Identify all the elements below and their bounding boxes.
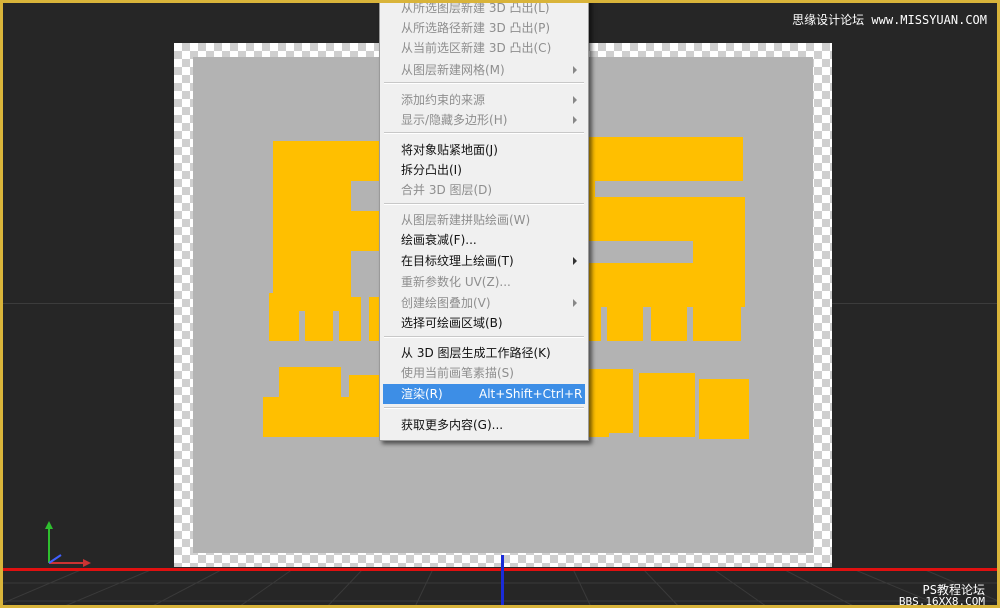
3d-context-menu[interactable]: 从所选图层新建 3D 凸出(L) 从所选路径新建 3D 凸出(P) 从当前选区新… — [379, 3, 589, 441]
menu-item-reparameterize-uv[interactable]: 重新参数化 UV(Z)... — [383, 272, 585, 292]
menu-separator — [384, 407, 584, 409]
menu-item-show-hide-polygons[interactable]: 显示/隐藏多边形(H) — [383, 110, 585, 130]
menu-item-add-constraint-source[interactable]: 添加约束的来源 — [383, 90, 585, 110]
render-shortcut: Alt+Shift+Ctrl+R — [479, 387, 583, 401]
watermark-top-right: 思缘设计论坛 www.MISSYUAN.COM — [792, 13, 987, 27]
menu-item-new-extrusion-from-path[interactable]: 从所选路径新建 3D 凸出(P) — [383, 18, 585, 38]
submenu-arrow-icon — [573, 116, 577, 124]
menu-item-new-extrusion-from-selection[interactable]: 从当前选区新建 3D 凸出(C) — [383, 38, 585, 58]
submenu-arrow-icon — [573, 66, 577, 74]
submenu-arrow-icon — [573, 257, 577, 265]
menu-item-select-paintable-areas[interactable]: 选择可绘画区域(B) — [383, 313, 585, 333]
z-axis-line — [501, 555, 504, 605]
menu-item-new-mesh-from-layer[interactable]: 从图层新建网格(M) — [383, 60, 585, 80]
menu-item-make-work-path-from-3d-layer[interactable]: 从 3D 图层生成工作路径(K) — [383, 343, 585, 363]
menu-item-new-extrusion-from-layer[interactable]: 从所选图层新建 3D 凸出(L) — [383, 3, 585, 18]
photoshop-3d-viewport[interactable]: 思缘设计论坛 www.MISSYUAN.COM PS教程论坛 BBS.16XX8… — [0, 0, 1000, 608]
menu-item-render[interactable]: 渲染(R) Alt+Shift+Ctrl+R — [383, 384, 585, 404]
menu-separator — [384, 82, 584, 84]
menu-item-paint-falloff[interactable]: 绘画衰减(F)... — [383, 230, 585, 250]
menu-item-sketch-with-current-brush[interactable]: 使用当前画笔素描(S) — [383, 363, 585, 383]
menu-item-merge-3d-layers[interactable]: 合并 3D 图层(D) — [383, 180, 585, 200]
axis-gizmo-icon[interactable] — [39, 521, 95, 571]
menu-item-get-more-content[interactable]: 获取更多内容(G)... — [383, 415, 585, 435]
menu-item-split-extrusion[interactable]: 拆分凸出(I) — [383, 160, 585, 180]
menu-item-paint-on-target-texture[interactable]: 在目标纹理上绘画(T) — [383, 251, 585, 271]
watermark-bottom-line2: BBS.16XX8.COM — [898, 595, 985, 608]
menu-separator — [384, 132, 584, 134]
menu-separator — [384, 336, 584, 338]
submenu-arrow-icon — [573, 299, 577, 307]
menu-item-new-tiled-painting[interactable]: 从图层新建拼贴绘画(W) — [383, 210, 585, 230]
menu-item-create-painting-overlay[interactable]: 创建绘图叠加(V) — [383, 293, 585, 313]
menu-separator — [384, 203, 584, 205]
submenu-arrow-icon — [573, 96, 577, 104]
menu-item-snap-object-to-ground[interactable]: 将对象贴紧地面(J) — [383, 140, 585, 160]
